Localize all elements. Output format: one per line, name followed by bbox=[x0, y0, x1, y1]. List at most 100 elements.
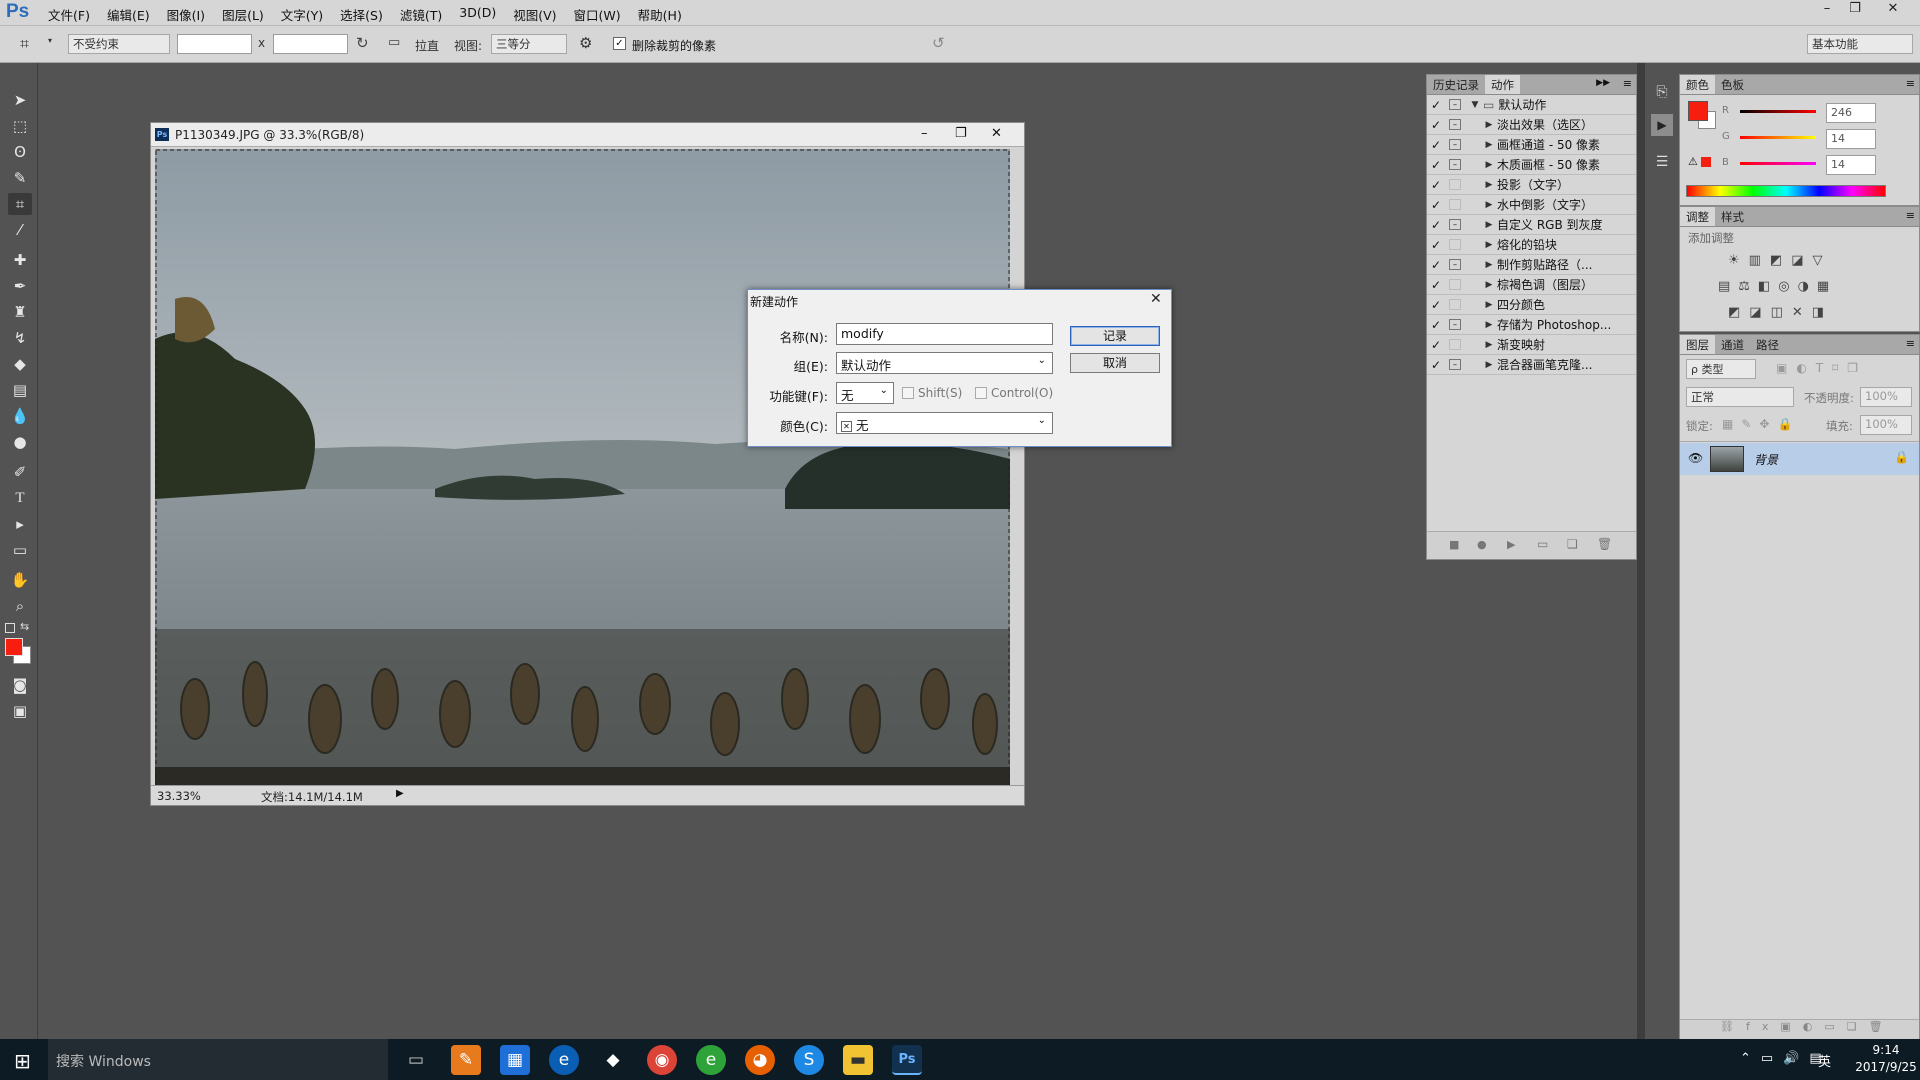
quick-select-icon[interactable]: ✎ bbox=[8, 167, 32, 189]
check-icon[interactable]: ✓ bbox=[1427, 198, 1445, 212]
width-input[interactable] bbox=[177, 34, 252, 54]
dialog-close-button[interactable]: ✕ bbox=[1150, 291, 1162, 307]
expand-triangle-icon[interactable]: ▶ bbox=[1481, 180, 1497, 190]
action-row[interactable]: ✓ – ▶ 制作剪贴路径（... bbox=[1427, 255, 1636, 275]
record-icon[interactable]: ● bbox=[1477, 538, 1487, 551]
r-input[interactable]: 246 bbox=[1826, 103, 1876, 123]
chevron-down-icon[interactable]: ▾ bbox=[48, 36, 52, 45]
green-app-icon[interactable]: e bbox=[696, 1045, 726, 1075]
expand-triangle-icon[interactable]: ▶ bbox=[1481, 160, 1497, 170]
menu-item[interactable]: 3D(D) bbox=[451, 5, 504, 24]
lasso-tool-icon[interactable]: ʘ bbox=[8, 141, 32, 163]
reset-icon[interactable]: ↺ bbox=[932, 34, 945, 52]
layers-footer-icons[interactable]: ⛓fx▣◐▭❏🗑 bbox=[1680, 1019, 1919, 1039]
action-row[interactable]: ✓ – ▶ 淡出效果（选区） bbox=[1427, 115, 1636, 135]
expand-triangle-icon[interactable]: ▶ bbox=[1481, 260, 1497, 270]
check-icon[interactable]: ✓ bbox=[1427, 138, 1445, 152]
dialog-toggle-box[interactable]: – bbox=[1449, 119, 1461, 130]
status-arrow-icon[interactable]: ▶ bbox=[396, 788, 404, 799]
tab-adjustments[interactable]: 调整 bbox=[1680, 207, 1715, 226]
tab-paths[interactable]: 路径 bbox=[1750, 335, 1785, 354]
photoshop-taskbar-icon[interactable]: Ps bbox=[892, 1045, 922, 1075]
expand-triangle-icon[interactable]: ▶ bbox=[1481, 340, 1497, 350]
close-button[interactable]: ✕ bbox=[1880, 0, 1906, 18]
action-row[interactable]: ✓ ▶ 水中倒影（文字） bbox=[1427, 195, 1636, 215]
dialog-toggle-box[interactable]: – bbox=[1449, 139, 1461, 150]
dialog-toggle-box[interactable]: – bbox=[1449, 319, 1461, 330]
dialog-toggle-box[interactable]: – bbox=[1449, 259, 1461, 270]
move-tool-icon[interactable]: ➤ bbox=[8, 89, 32, 111]
new-action-icon[interactable]: ❏ bbox=[1567, 537, 1578, 551]
dialog-toggle-box[interactable] bbox=[1449, 239, 1461, 250]
check-icon[interactable]: ✓ bbox=[1427, 238, 1445, 252]
pen-tool-icon[interactable]: ✐ bbox=[8, 461, 32, 483]
doc-restore-button[interactable]: ❐ bbox=[955, 126, 967, 141]
ratio-select[interactable]: 不受约束 bbox=[68, 34, 170, 54]
trash-icon[interactable]: 🗑 bbox=[1597, 537, 1612, 551]
qq-icon[interactable]: ◆ bbox=[598, 1045, 628, 1075]
dialog-toggle-box[interactable]: – bbox=[1449, 99, 1461, 110]
healing-brush-icon[interactable]: ✚ bbox=[8, 249, 32, 271]
zoom-tool-icon[interactable]: ⌕ bbox=[8, 595, 32, 617]
shape-tool-icon[interactable]: ▭ bbox=[8, 539, 32, 561]
eyedropper-icon[interactable]: ⁄ bbox=[8, 219, 32, 241]
dodge-tool-icon[interactable]: ● bbox=[8, 431, 32, 453]
dialog-toggle-box[interactable] bbox=[1449, 199, 1461, 210]
dock-separator[interactable] bbox=[1637, 63, 1645, 1039]
menu-item[interactable]: 图像(I) bbox=[159, 5, 213, 24]
quick-mask-icon[interactable]: ◙ bbox=[8, 674, 32, 696]
adjust-icons-row-3[interactable]: ◩◪◫✕◨ bbox=[1728, 305, 1833, 320]
history-icon[interactable]: ⎘ bbox=[1651, 84, 1673, 106]
type-tool-icon[interactable]: T bbox=[8, 487, 32, 509]
gamut-swatch[interactable] bbox=[1701, 157, 1711, 167]
eraser-icon[interactable]: ◆ bbox=[8, 353, 32, 375]
expand-triangle-icon[interactable]: ▶ bbox=[1481, 220, 1497, 230]
straighten-icon[interactable]: ▭ bbox=[388, 35, 400, 50]
expand-triangle-icon[interactable]: ▶ bbox=[1481, 280, 1497, 290]
action-row[interactable]: ✓ – ▶ 木质画框 - 50 像素 bbox=[1427, 155, 1636, 175]
dialog-toggle-box[interactable]: – bbox=[1449, 159, 1461, 170]
workspace-select[interactable]: 基本功能 bbox=[1807, 34, 1913, 54]
expand-triangle-icon[interactable]: ▶ bbox=[1481, 200, 1497, 210]
expand-triangle-icon[interactable]: ▶ bbox=[1481, 140, 1497, 150]
swap-icon[interactable]: ↻ bbox=[356, 34, 369, 52]
panel-menu-icon[interactable]: ≡ bbox=[1906, 209, 1915, 222]
stop-icon[interactable]: ■ bbox=[1449, 538, 1459, 551]
dialog-toggle-box[interactable] bbox=[1449, 299, 1461, 310]
check-icon[interactable]: ✓ bbox=[1427, 278, 1445, 292]
dialog-toggle-box[interactable]: – bbox=[1449, 219, 1461, 230]
store-icon[interactable]: ▦ bbox=[500, 1045, 530, 1075]
action-row[interactable]: ✓ ▶ 熔化的铅块 bbox=[1427, 235, 1636, 255]
menu-item[interactable]: 选择(S) bbox=[332, 5, 391, 24]
layer-filter-select[interactable]: ρ 类型 bbox=[1686, 359, 1756, 379]
eye-icon[interactable]: 👁 bbox=[1688, 451, 1703, 465]
group-select[interactable]: 默认动作 ⌄ bbox=[836, 352, 1053, 374]
restore-button[interactable]: ❐ bbox=[1842, 0, 1868, 18]
control-checkbox[interactable] bbox=[975, 387, 987, 399]
crop-tool-icon[interactable]: ⌗ bbox=[20, 34, 29, 54]
check-icon[interactable]: ✓ bbox=[1427, 298, 1445, 312]
record-button[interactable]: 记录 bbox=[1070, 326, 1160, 346]
tab-channels[interactable]: 通道 bbox=[1715, 335, 1750, 354]
search-box[interactable]: 搜索 Windows bbox=[48, 1039, 388, 1080]
menu-item[interactable]: 文字(Y) bbox=[273, 5, 331, 24]
history-brush-icon[interactable]: ↯ bbox=[8, 327, 32, 349]
expand-triangle-icon[interactable]: ▶ bbox=[1481, 240, 1497, 250]
menu-item[interactable]: 文件(F) bbox=[40, 5, 98, 24]
actions-play-icon[interactable]: ▶ bbox=[1651, 114, 1673, 136]
tab-styles[interactable]: 样式 bbox=[1715, 207, 1750, 226]
menu-item[interactable]: 帮助(H) bbox=[630, 5, 690, 24]
tab-swatches[interactable]: 色板 bbox=[1715, 75, 1750, 94]
fg-swatch[interactable] bbox=[1688, 101, 1708, 121]
panel-menu-icon[interactable]: ≡ bbox=[1906, 337, 1915, 350]
check-icon[interactable]: ✓ bbox=[1427, 318, 1445, 332]
hand-tool-icon[interactable]: ✋ bbox=[8, 569, 32, 591]
action-row[interactable]: ✓ – ▶ 自定义 RGB 到灰度 bbox=[1427, 215, 1636, 235]
gradient-tool-icon[interactable]: ▤ bbox=[8, 379, 32, 401]
path-select-icon[interactable]: ▸ bbox=[8, 513, 32, 535]
layer-name[interactable]: 背景 bbox=[1754, 451, 1778, 468]
browser-icon[interactable]: e bbox=[549, 1045, 579, 1075]
panel-menu-icon[interactable]: ≡ bbox=[1623, 77, 1632, 90]
action-row[interactable]: ✓ ▶ 四分颜色 bbox=[1427, 295, 1636, 315]
blur-tool-icon[interactable]: 💧 bbox=[8, 405, 32, 427]
